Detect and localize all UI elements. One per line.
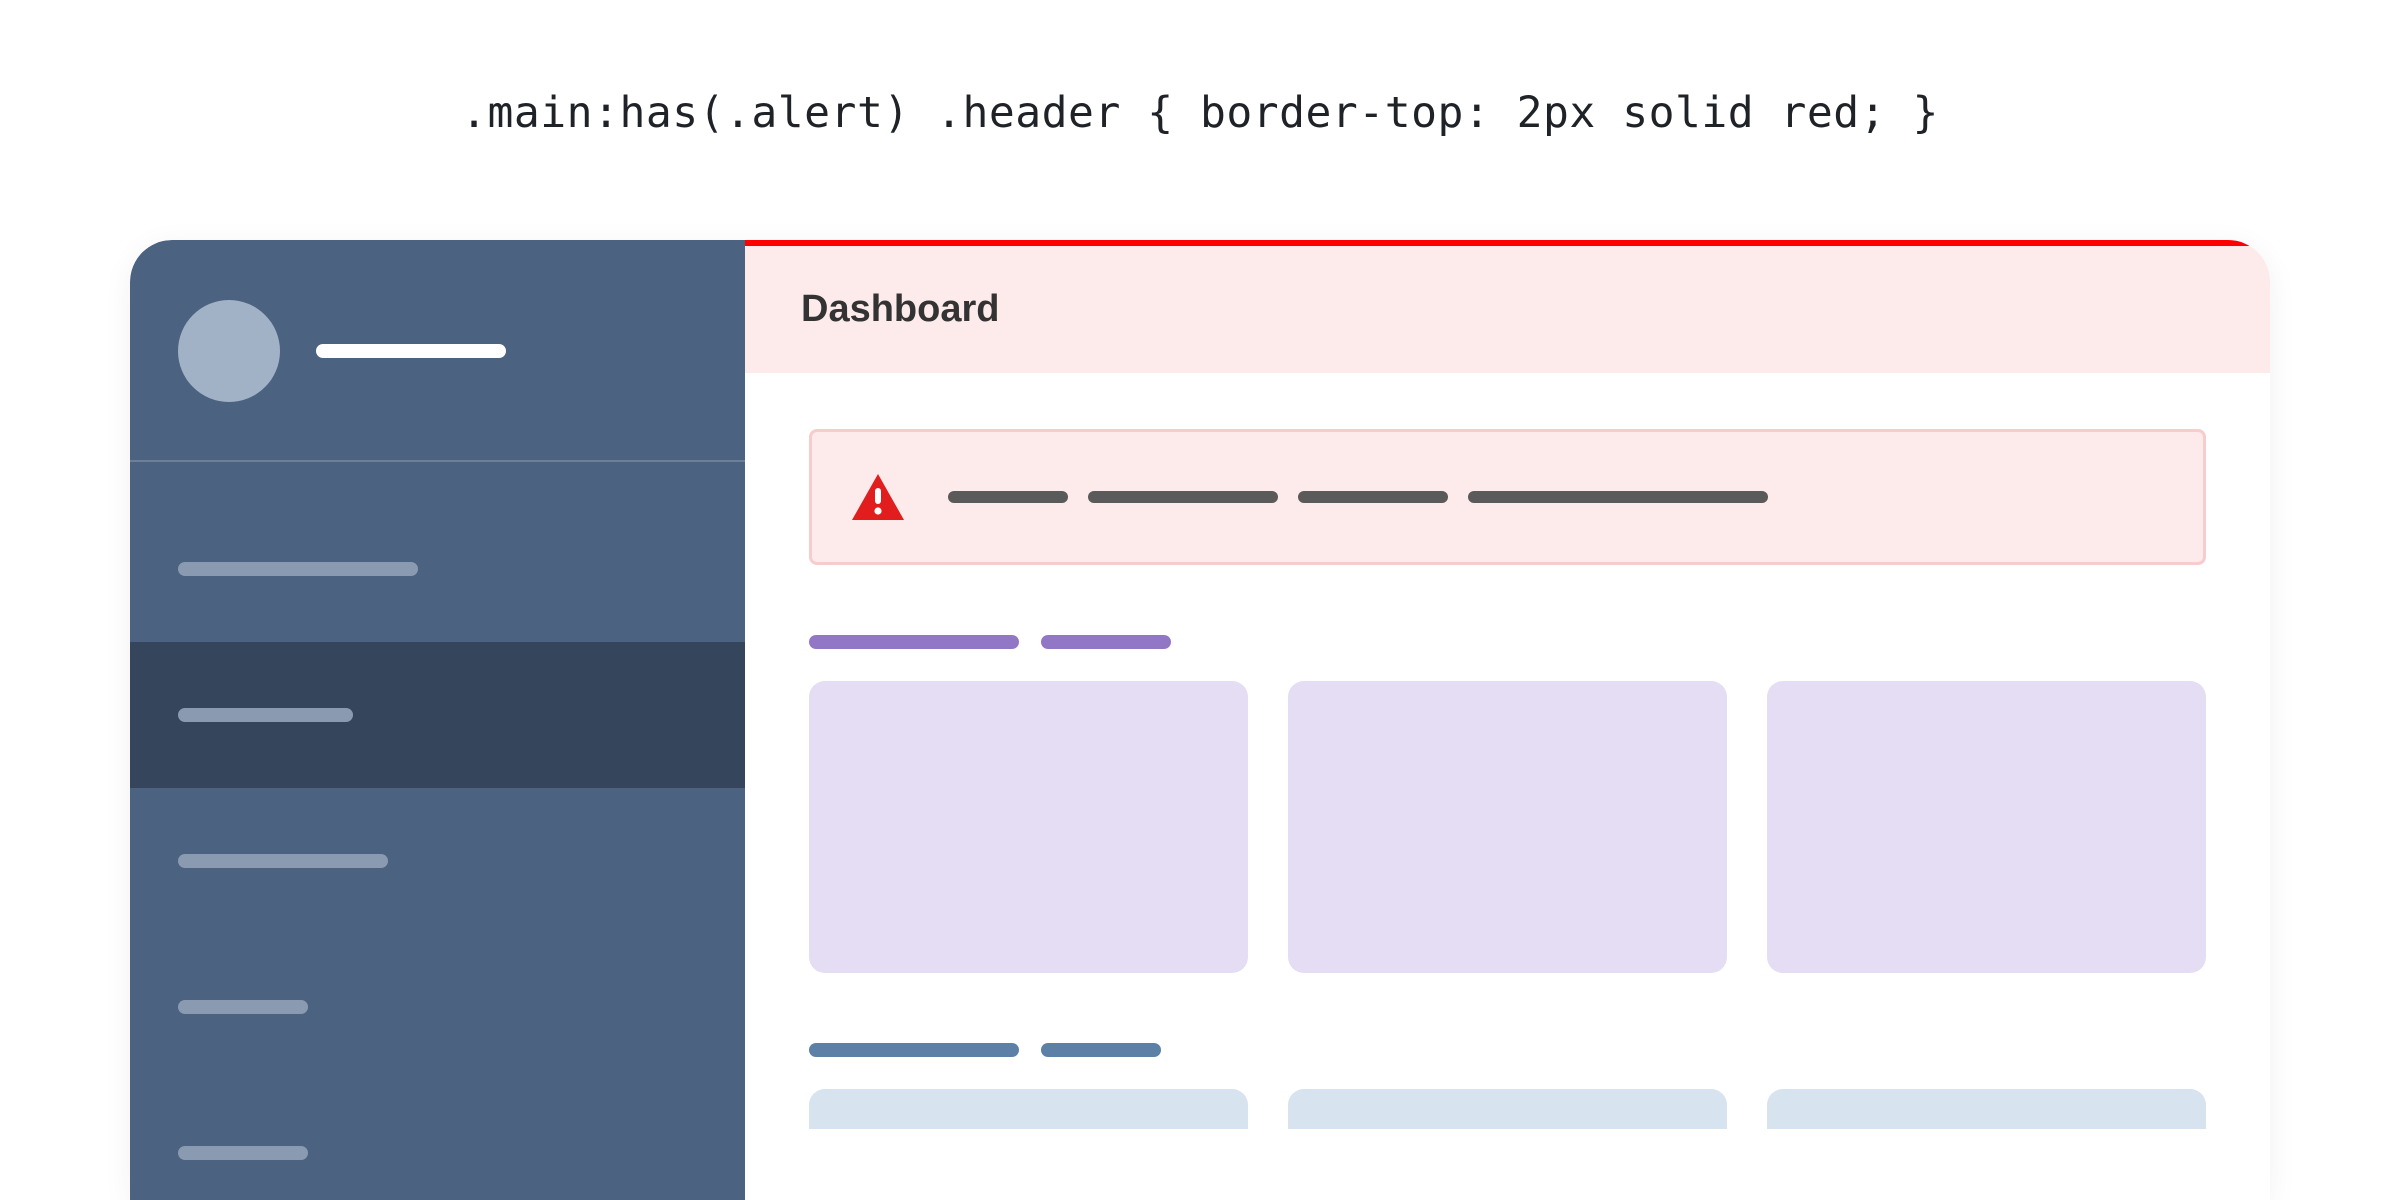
widget-card[interactable] (809, 1089, 1248, 1129)
sidebar-item-label-placeholder (178, 1146, 308, 1160)
page-header: Dashboard (745, 240, 2270, 373)
sidebar-item[interactable] (130, 496, 745, 642)
main-area: Dashboard (745, 240, 2270, 1200)
text-placeholder (1088, 491, 1278, 503)
sidebar-item-active[interactable] (130, 642, 745, 788)
widget-card[interactable] (1767, 681, 2206, 973)
text-placeholder (1468, 491, 1768, 503)
sidebar-item[interactable] (130, 788, 745, 934)
sidebar-item[interactable] (130, 1080, 745, 1200)
sidebar-item-label-placeholder (178, 1000, 308, 1014)
section-heading-placeholder (809, 1043, 2206, 1057)
sidebar-item-label-placeholder (178, 562, 418, 576)
content (745, 373, 2270, 1129)
text-placeholder (809, 635, 1019, 649)
warning-triangle-icon (852, 474, 904, 520)
widget-card[interactable] (1288, 1089, 1727, 1129)
widget-card[interactable] (1767, 1089, 2206, 1129)
text-placeholder (1298, 491, 1448, 503)
widget-section-blue (809, 1043, 2206, 1129)
widget-section-purple (809, 635, 2206, 973)
sidebar-nav (130, 462, 745, 1200)
widget-card[interactable] (809, 681, 1248, 973)
text-placeholder (1041, 1043, 1161, 1057)
text-placeholder (809, 1043, 1019, 1057)
section-heading-placeholder (809, 635, 2206, 649)
alert-banner (809, 429, 2206, 565)
widget-card[interactable] (1288, 681, 1727, 973)
card-row (809, 681, 2206, 973)
alert-message-placeholder (948, 491, 1768, 503)
sidebar-item-label-placeholder (178, 708, 353, 722)
css-has-example-code: .main:has(.alert) .header { border-top: … (0, 0, 2400, 208)
text-placeholder (1041, 635, 1171, 649)
app-window: Dashboard (130, 240, 2270, 1200)
sidebar (130, 240, 745, 1200)
sidebar-profile[interactable] (130, 240, 745, 462)
card-row (809, 1089, 2206, 1129)
text-placeholder (948, 491, 1068, 503)
page-title: Dashboard (801, 288, 999, 330)
avatar (178, 300, 280, 402)
sidebar-item-label-placeholder (178, 854, 388, 868)
user-name-placeholder (316, 344, 506, 358)
sidebar-item[interactable] (130, 934, 745, 1080)
